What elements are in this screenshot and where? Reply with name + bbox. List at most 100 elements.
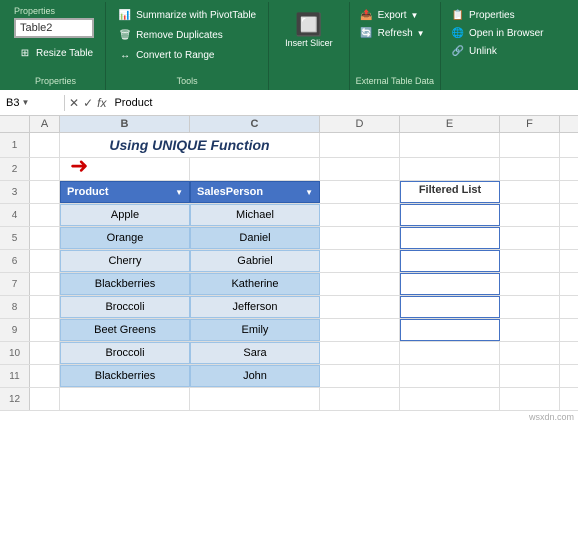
red-arrow-icon: ➜ [70,153,88,179]
cell-b7[interactable]: Blackberries [60,273,190,295]
cell-b12[interactable] [60,388,190,410]
product-dropdown-icon[interactable]: ▼ [175,188,183,197]
cell-b4[interactable]: Apple [60,204,190,226]
cell-e2[interactable] [400,158,500,180]
properties-icon: 📋 [451,8,465,22]
cell-f3[interactable] [500,181,560,203]
table-header-salesperson[interactable]: SalesPerson ▼ [190,181,320,203]
cell-d3[interactable] [320,181,400,203]
external-properties-button[interactable]: 📋 Properties [447,6,547,24]
cell-reference-box[interactable]: B3 ▼ [0,95,65,111]
formula-input[interactable]: Product [110,95,578,111]
cell-ref-dropdown-icon[interactable]: ▼ [21,98,29,107]
cell-e9[interactable] [400,319,500,341]
convert-icon: ↔ [118,48,132,62]
cell-b5[interactable]: Orange [60,227,190,249]
confirm-icon[interactable]: ✓ [83,96,93,110]
cell-c2[interactable] [190,158,320,180]
cell-d6[interactable] [320,250,400,272]
convert-to-range-button[interactable]: ↔ Convert to Range [114,46,260,64]
cell-d4[interactable] [320,204,400,226]
cell-f9[interactable] [500,319,560,341]
cell-e6[interactable] [400,250,500,272]
cell-a8[interactable] [30,296,60,318]
cell-a6[interactable] [30,250,60,272]
cell-d8[interactable] [320,296,400,318]
cell-d2[interactable] [320,158,400,180]
cell-e7[interactable] [400,273,500,295]
cell-a9[interactable] [30,319,60,341]
cell-f6[interactable] [500,250,560,272]
open-in-browser-button[interactable]: 🌐 Open in Browser [447,24,547,42]
cell-e1[interactable] [400,133,500,157]
cell-c4[interactable]: Michael [190,204,320,226]
table-name-input[interactable]: Table2 [14,18,94,38]
remove-duplicates-button[interactable]: 🗑 Remove Duplicates [114,26,260,44]
cell-c11[interactable]: John [190,365,320,387]
cell-a3[interactable] [30,181,60,203]
cell-f11[interactable] [500,365,560,387]
cancel-icon[interactable]: ✕ [69,96,79,110]
cell-d7[interactable] [320,273,400,295]
cell-d5[interactable] [320,227,400,249]
insert-slicer-button[interactable]: 🔲 Insert Slicer [279,10,339,52]
table-header-product[interactable]: Product ▼ [60,181,190,203]
cell-a12[interactable] [30,388,60,410]
cell-e8[interactable] [400,296,500,318]
cell-f1[interactable] [500,133,560,157]
unlink-button[interactable]: 🔗 Unlink [447,42,547,60]
filtered-list-label: Filtered List [419,184,481,196]
cell-f5[interactable] [500,227,560,249]
row-num-9: 9 [0,319,30,341]
cell-a1[interactable] [30,133,60,157]
cell-a11[interactable] [30,365,60,387]
refresh-icon: 🔄 [360,26,374,40]
title-text: Using UNIQUE Function [66,137,313,153]
cell-a5[interactable] [30,227,60,249]
cell-a2[interactable] [30,158,60,180]
function-icon[interactable]: fx [97,96,106,110]
cell-c7[interactable]: Katherine [190,273,320,295]
cell-c5[interactable]: Daniel [190,227,320,249]
resize-table-button[interactable]: ⊞ Resize Table [14,44,97,62]
cell-b2[interactable]: ➜ [60,158,190,180]
cell-c12[interactable] [190,388,320,410]
cell-d12[interactable] [320,388,400,410]
cell-e10[interactable] [400,342,500,364]
cell-a4[interactable] [30,204,60,226]
tools-label: Tools [114,74,260,86]
cell-f12[interactable] [500,388,560,410]
cell-e11[interactable] [400,365,500,387]
cell-e5[interactable] [400,227,500,249]
cell-b10[interactable]: Broccoli [60,342,190,364]
cell-c9[interactable]: Emily [190,319,320,341]
cell-f4[interactable] [500,204,560,226]
cell-f7[interactable] [500,273,560,295]
cell-f2[interactable] [500,158,560,180]
cell-b8[interactable]: Broccoli [60,296,190,318]
cell-a10[interactable] [30,342,60,364]
cell-c8[interactable]: Jefferson [190,296,320,318]
export-button[interactable]: 📤 Export ▼ [356,6,434,24]
cell-f10[interactable] [500,342,560,364]
cell-c10[interactable]: Sara [190,342,320,364]
row-num-3: 3 [0,181,30,203]
cell-c6[interactable]: Gabriel [190,250,320,272]
cell-d11[interactable] [320,365,400,387]
cell-d1[interactable] [320,133,400,157]
row-num-4: 4 [0,204,30,226]
row-8: 8 Broccoli Jefferson [0,296,578,319]
cell-d9[interactable] [320,319,400,341]
cell-b6[interactable]: Cherry [60,250,190,272]
cell-d10[interactable] [320,342,400,364]
refresh-button[interactable]: 🔄 Refresh ▼ [356,24,434,42]
cell-b11[interactable]: Blackberries [60,365,190,387]
cell-f8[interactable] [500,296,560,318]
row-num-2: 2 [0,158,30,180]
cell-e12[interactable] [400,388,500,410]
cell-b9[interactable]: Beet Greens [60,319,190,341]
summarize-pivottable-button[interactable]: 📊 Summarize with PivotTable [114,6,260,24]
cell-a7[interactable] [30,273,60,295]
cell-e4[interactable] [400,204,500,226]
salesperson-dropdown-icon[interactable]: ▼ [305,188,313,197]
